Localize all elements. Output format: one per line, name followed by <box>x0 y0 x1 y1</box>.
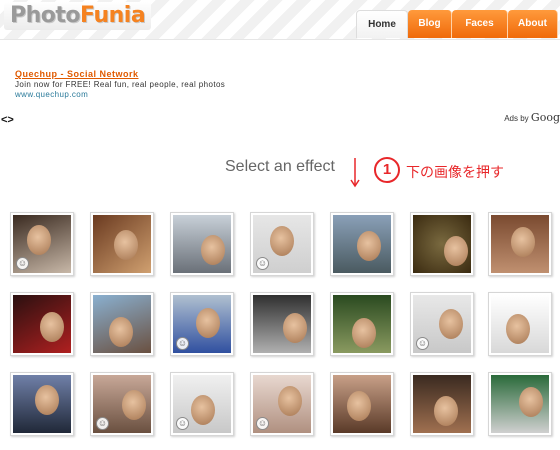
effect-preview-image <box>93 295 151 353</box>
effect-thumbnail[interactable] <box>10 292 74 356</box>
face-icon <box>357 231 381 261</box>
tab-about[interactable]: About <box>508 10 558 38</box>
effect-preview-image <box>13 375 71 433</box>
face-icon <box>347 391 371 421</box>
ad-nav-arrows[interactable]: <> <box>1 114 14 126</box>
effect-thumbnail[interactable]: ☺ <box>10 212 74 276</box>
face-icon <box>270 226 294 256</box>
ad-description: Join now for FREE! Real fun, real people… <box>15 80 226 89</box>
tab-blog[interactable]: Blog <box>408 10 452 38</box>
smiley-icon: ☺ <box>176 337 189 350</box>
effect-preview-image: ☺ <box>173 295 231 353</box>
effect-thumbnail[interactable] <box>330 292 394 356</box>
face-icon <box>439 309 463 339</box>
effect-thumbnail[interactable] <box>410 372 474 436</box>
smiley-icon: ☺ <box>256 417 269 430</box>
effect-preview-image: ☺ <box>253 215 311 273</box>
google-logo: Goog <box>530 111 560 124</box>
effect-preview-image <box>491 295 549 353</box>
face-icon <box>511 227 535 257</box>
ads-by-label: Ads by <box>504 114 529 123</box>
effect-preview-image <box>93 215 151 273</box>
face-icon <box>40 312 64 342</box>
effect-preview-image <box>173 215 231 273</box>
header-bar: PhotoFunia Home Blog Faces About <box>0 0 560 40</box>
effect-thumbnail[interactable] <box>330 212 394 276</box>
face-icon <box>506 314 530 344</box>
face-icon <box>109 317 133 347</box>
smiley-icon: ☺ <box>176 417 189 430</box>
face-icon <box>444 236 468 266</box>
face-icon <box>519 387 543 417</box>
step-instruction-text: 下の画像を押す <box>406 164 504 180</box>
effect-thumbnail[interactable] <box>488 292 552 356</box>
ads-by-google[interactable]: Ads by Goog <box>504 111 560 124</box>
effect-thumbnail[interactable] <box>488 372 552 436</box>
face-icon <box>191 395 215 425</box>
effect-thumbnail[interactable]: ☺ <box>170 372 234 436</box>
effect-thumbnail[interactable] <box>330 372 394 436</box>
effect-thumbnail[interactable] <box>170 212 234 276</box>
effect-preview-image <box>491 215 549 273</box>
logo-text-photo: Photo <box>10 3 81 28</box>
effect-thumbnail[interactable] <box>10 372 74 436</box>
effect-preview-image <box>13 295 71 353</box>
face-icon <box>352 318 376 348</box>
step-number-badge: 1 <box>374 157 400 183</box>
face-icon <box>278 386 302 416</box>
tab-home[interactable]: Home <box>356 10 408 38</box>
face-icon <box>27 225 51 255</box>
logo-text-funia: Funia <box>80 3 146 28</box>
effect-thumbnail[interactable]: ☺ <box>170 292 234 356</box>
effect-thumbnail[interactable] <box>90 292 154 356</box>
select-effect-label: Select an effect <box>225 158 335 175</box>
effect-thumbnail[interactable]: ☺ <box>250 372 314 436</box>
effect-preview-image: ☺ <box>413 295 471 353</box>
down-arrow-icon <box>350 158 360 188</box>
effect-thumbnail[interactable] <box>250 292 314 356</box>
smiley-icon: ☺ <box>256 257 269 270</box>
effect-thumbnail[interactable]: ☺ <box>410 292 474 356</box>
smiley-icon: ☺ <box>16 257 29 270</box>
effect-preview-image: ☺ <box>173 375 231 433</box>
smiley-icon: ☺ <box>416 337 429 350</box>
effect-thumbnail[interactable]: ☺ <box>250 212 314 276</box>
face-icon <box>201 235 225 265</box>
effect-preview-image <box>413 375 471 433</box>
effect-preview-image: ☺ <box>13 215 71 273</box>
effect-preview-image: ☺ <box>253 375 311 433</box>
face-icon <box>122 390 146 420</box>
effect-preview-image <box>333 215 391 273</box>
face-icon <box>283 313 307 343</box>
effect-preview-image <box>491 375 549 433</box>
effect-thumbnail[interactable] <box>90 212 154 276</box>
effect-preview-image <box>253 295 311 353</box>
effect-thumbnail[interactable] <box>410 212 474 276</box>
effect-preview-image: ☺ <box>93 375 151 433</box>
face-icon <box>196 308 220 338</box>
text-ad: Quechup - Social Network Join now for FR… <box>15 69 315 100</box>
photofunia-logo[interactable]: PhotoFunia <box>4 2 152 30</box>
ad-title-link[interactable]: Quechup - Social Network <box>15 69 315 80</box>
face-icon <box>114 230 138 260</box>
smiley-icon: ☺ <box>96 417 109 430</box>
effect-thumbnail[interactable]: ☺ <box>90 372 154 436</box>
effect-thumbnail[interactable] <box>488 212 552 276</box>
effect-preview-image <box>333 375 391 433</box>
effect-preview-image <box>333 295 391 353</box>
effect-preview-image <box>413 215 471 273</box>
face-icon <box>434 396 458 426</box>
tab-faces[interactable]: Faces <box>452 10 508 38</box>
face-icon <box>35 385 59 415</box>
main-nav: Home Blog Faces About <box>356 10 558 38</box>
ad-url[interactable]: www.quechup.com <box>15 90 315 100</box>
